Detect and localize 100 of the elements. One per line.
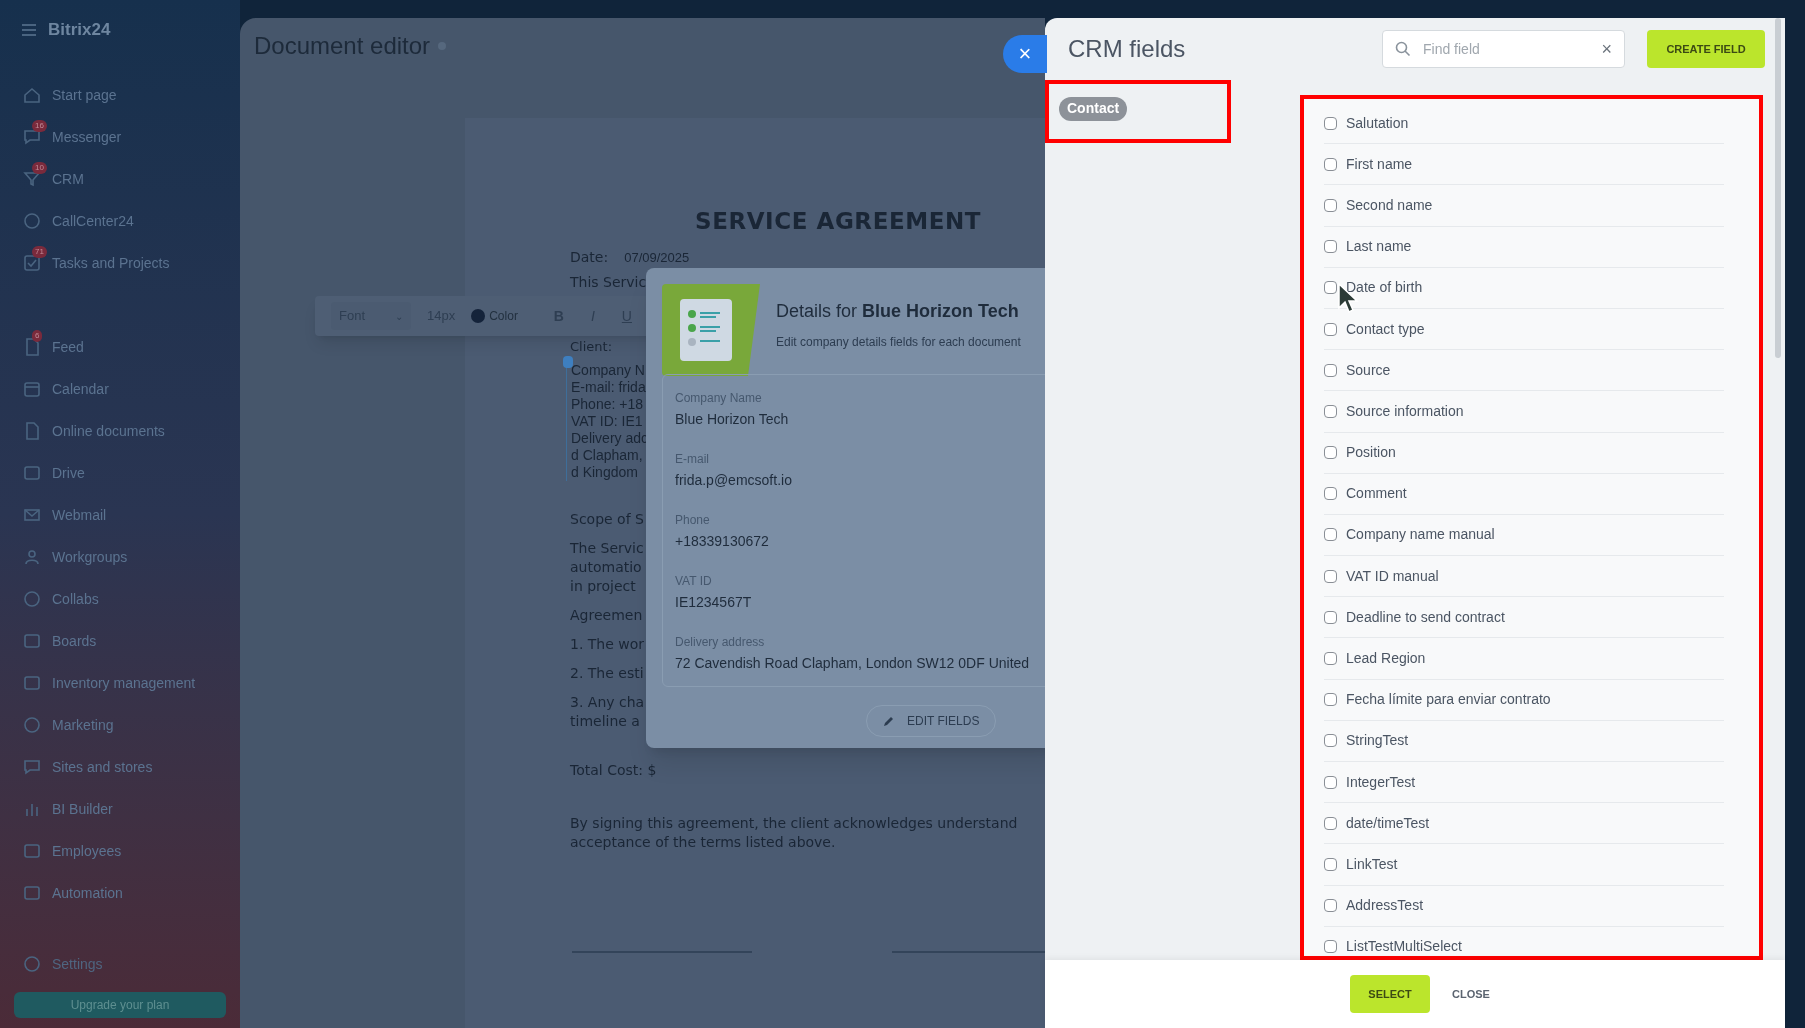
document-text: Client: [570,340,612,354]
document-text: 1. The wor [570,635,645,654]
search-field[interactable]: Find field × [1382,30,1625,68]
sidebar-item-label: Messenger [52,127,122,147]
checkbox[interactable] [1324,363,1337,377]
sidebar-item[interactable]: Online documents [22,410,228,452]
drag-handle-icon[interactable] [563,356,573,368]
field-option-label: Lead Region [1346,649,1426,669]
checkbox[interactable] [1324,198,1337,212]
sidebar-item[interactable]: Boards [22,620,228,662]
checkbox[interactable] [1324,281,1337,295]
sidebar-item[interactable]: Employees [22,830,228,872]
checkbox[interactable] [1324,816,1337,830]
square-icon [22,463,42,483]
checkbox[interactable] [1324,528,1337,542]
field-option-label: IntegerTest [1346,772,1416,792]
sidebar-item-label: CallCenter24 [52,211,134,231]
checkbox[interactable] [1324,775,1337,789]
square-icon [22,673,42,693]
field-value: +18339130672 [675,532,770,551]
checkbox[interactable] [1324,446,1337,460]
sidebar-item[interactable]: 10 CRM [22,158,228,200]
checkbox-icon [22,253,42,273]
checkbox[interactable] [1324,734,1337,748]
sidebar-item[interactable]: Sites and stores [22,746,228,788]
date-value: 07/09/2025 [624,249,690,267]
sidebar-item[interactable]: BI Builder [22,788,228,830]
entity-tab[interactable]: Contact [1059,96,1128,121]
create-field-button[interactable]: CREATE FIELD [1647,30,1765,68]
sidebar-item-label: Webmail [52,505,107,525]
checkbox[interactable] [1324,322,1337,336]
checkbox[interactable] [1324,240,1337,254]
clear-icon[interactable]: × [1601,35,1612,63]
field-option-label: AddressTest [1346,896,1424,916]
checkbox[interactable] [1324,157,1337,171]
field-option-label: Salutation [1346,113,1409,133]
upgrade-button[interactable]: Upgrade your plan [14,992,226,1018]
document-text: By signing this agreement, the client acknowledges understand acceptance of the terms listed above. [570,814,1018,852]
sidebar-item[interactable]: 71 Tasks and Projects [22,242,228,284]
field-option-label: Company name manual [1346,525,1495,545]
sidebar-item-label: BI Builder [52,799,113,819]
field-option-label: date/timeTest [1346,813,1430,833]
checkbox[interactable] [1324,610,1337,624]
checkbox[interactable] [1324,116,1337,130]
select-button[interactable]: SELECT [1350,975,1430,1013]
sidebar-item-label: Calendar [52,379,109,399]
pencil-icon [883,715,895,727]
close-button[interactable]: × [1003,35,1047,73]
funnel-icon [22,169,42,189]
checkbox[interactable] [1324,487,1337,501]
field-option-label: Date of birth [1346,278,1423,298]
checkbox[interactable] [1324,404,1337,418]
sidebar-item[interactable]: Collabs [22,578,228,620]
checklist-icon [662,284,760,376]
square-icon [22,883,42,903]
document-text: 2. The esti [570,664,645,683]
sidebar-item[interactable]: Start page [22,74,228,116]
sidebar-item[interactable]: Webmail [22,494,228,536]
field-value: 72 Cavendish Road Clapham, London SW12 0DF United [675,654,1031,673]
badge: 6 [32,330,43,342]
checkbox[interactable] [1324,899,1337,913]
search-icon [1395,41,1411,57]
sidebar-item[interactable]: Drive [22,452,228,494]
panel-title: CRM fields [1068,34,1186,64]
field-option-label: ListTestMultiSelect [1346,937,1462,956]
field-value: IE1234567T [675,593,753,612]
field-option-label: Comment [1346,484,1407,504]
checkbox[interactable] [1324,940,1337,954]
settings-item[interactable]: Settings [22,944,228,984]
sidebar-item[interactable]: CallCenter24 [22,200,228,242]
sidebar-item-label: Collabs [52,589,99,609]
close-button[interactable]: CLOSE [1452,985,1490,1003]
calendar-icon [22,379,42,399]
document-text: 3. Any cha timeline a [570,693,645,731]
document-text: This Servic [570,273,647,292]
field-option-label: Source [1346,360,1391,380]
document-text: Scope of S [570,510,645,529]
circle-icon [22,589,42,609]
chat-icon [22,127,42,147]
sidebar-item[interactable]: Marketing [22,704,228,746]
sidebar-item-label: Online documents [52,421,165,441]
sidebar-item[interactable]: 16 Messenger [22,116,228,158]
sidebar-item[interactable]: Workgroups [22,536,228,578]
circle-icon [22,715,42,735]
color-swatch[interactable] [471,309,486,323]
field-option-label: First name [1346,154,1413,174]
caret-icon: ⌄ [395,308,403,324]
checkbox[interactable] [1324,569,1337,583]
sidebar-item-label: Automation [52,883,123,903]
field-option-label: StringTest [1346,731,1409,751]
scrollbar-thumb[interactable] [1775,18,1781,358]
sidebar-item[interactable]: Inventory management [22,662,228,704]
sidebar-item[interactable]: 6 Feed [22,326,228,368]
menu-icon[interactable] [22,24,36,36]
checkbox[interactable] [1324,693,1337,707]
checkbox[interactable] [1324,857,1337,871]
sidebar-item[interactable]: Calendar [22,368,228,410]
square-icon [22,841,42,861]
checkbox[interactable] [1324,652,1337,666]
sidebar-item[interactable]: Automation [22,872,228,914]
